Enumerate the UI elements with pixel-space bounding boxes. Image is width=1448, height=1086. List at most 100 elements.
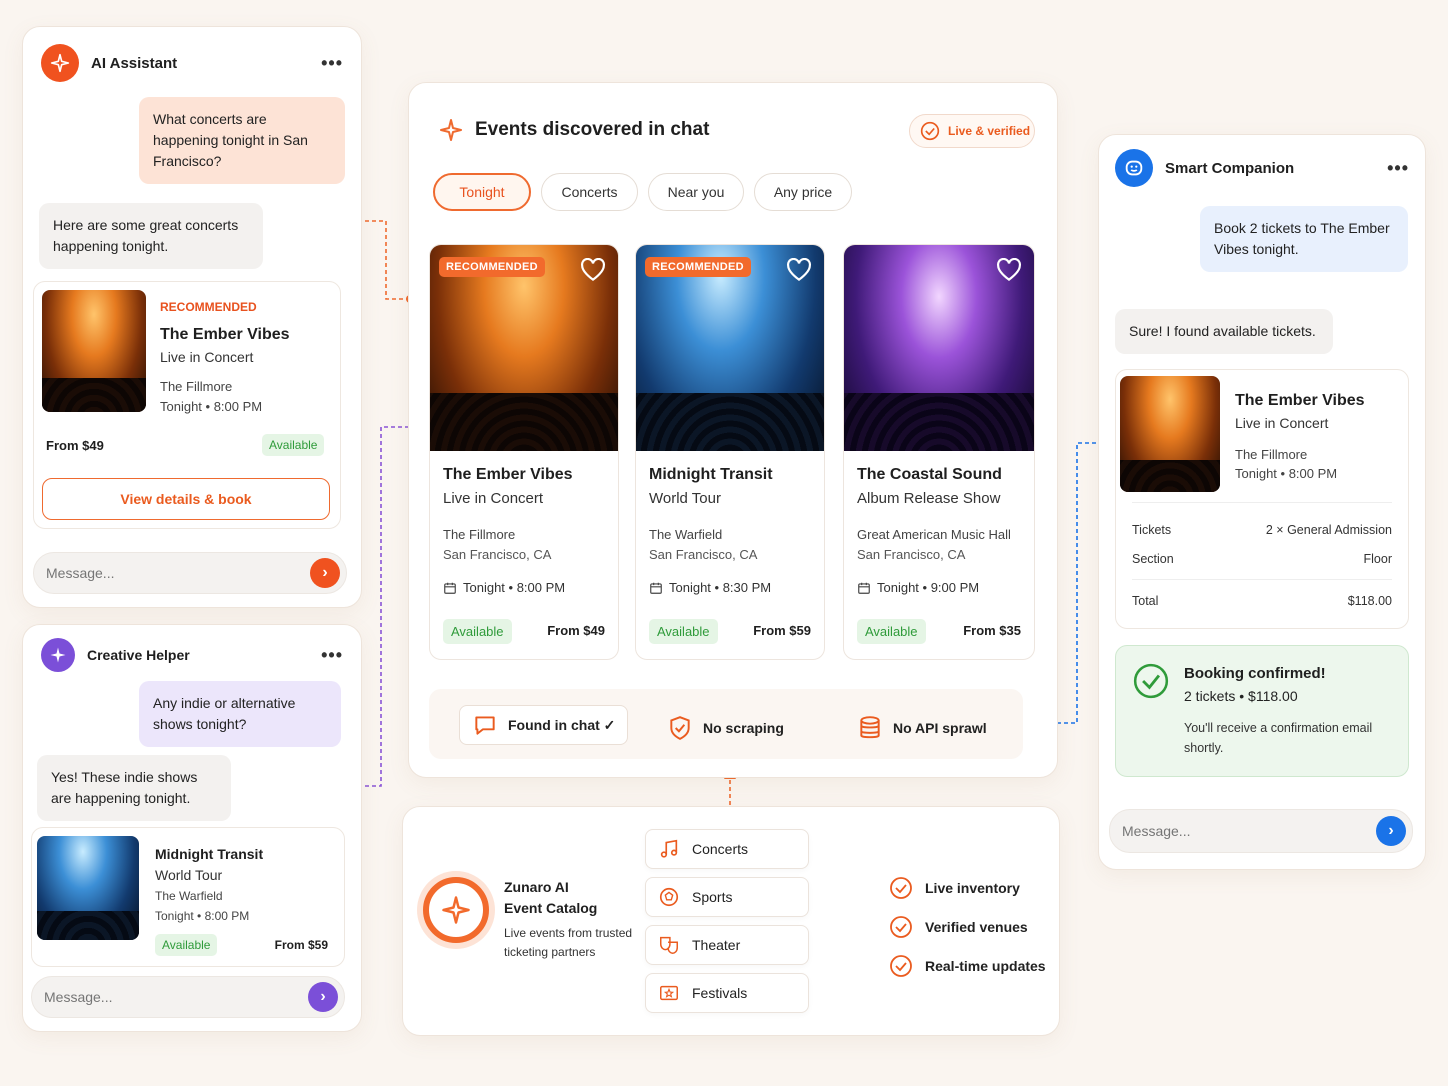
tab-concerts[interactable]: Concerts xyxy=(541,173,638,211)
event-card[interactable]: RECOMMENDED The Ember Vibes Live in Conc… xyxy=(33,281,341,529)
filter-tabs: Tonight Concerts Near you Any price xyxy=(433,173,1033,211)
category-list: Concerts Sports Theater Festivals xyxy=(645,829,811,1015)
message-input[interactable] xyxy=(46,565,310,581)
feature-label: No scraping xyxy=(703,720,784,736)
sparkle-logo-icon xyxy=(423,877,489,943)
more-options-icon[interactable]: ••• xyxy=(1387,159,1409,177)
assistant-message: Here are some great concerts happening t… xyxy=(39,203,263,269)
send-button[interactable]: › xyxy=(310,558,340,588)
event-thumbnail xyxy=(37,836,139,940)
event-datetime: Tonight • 8:00 PM xyxy=(443,580,565,595)
row-label: Tickets xyxy=(1132,523,1172,537)
message-input-box: › xyxy=(33,552,347,594)
check-circle-icon xyxy=(1133,663,1169,699)
status-badge: Available xyxy=(857,619,926,644)
event-time: Tonight • 8:00 PM xyxy=(155,909,250,923)
confirm-note: You'll receive a confirmation email shor… xyxy=(1184,721,1373,755)
event-venue: Great American Music Hall xyxy=(857,527,1011,542)
heart-icon[interactable] xyxy=(786,258,812,284)
tab-tonight[interactable]: Tonight xyxy=(433,173,531,211)
confirm-title: Booking confirmed! xyxy=(1184,665,1326,682)
smart-companion-title: Smart Companion xyxy=(1165,159,1295,177)
user-message: Any indie or alternative shows tonight? xyxy=(139,681,341,747)
sparkle-icon xyxy=(41,44,79,82)
send-button[interactable]: › xyxy=(1376,816,1406,846)
message-input-box: › xyxy=(1109,809,1413,853)
user-message: Book 2 tickets to The Ember Vibes tonigh… xyxy=(1200,206,1408,272)
creative-helper-panel: Creative Helper ••• Any indie or alterna… xyxy=(22,624,362,1032)
badge-label: Live & verified xyxy=(948,124,1031,138)
divider xyxy=(1132,502,1392,503)
smart-companion-panel: Smart Companion ••• Book 2 tickets to Th… xyxy=(1098,134,1426,870)
ai-assistant-title: AI Assistant xyxy=(91,54,178,72)
event-price: From $59 xyxy=(274,938,328,952)
tab-near-you[interactable]: Near you xyxy=(648,173,744,211)
check-label: Verified venues xyxy=(925,919,1028,935)
category-sports[interactable]: Sports xyxy=(645,877,809,917)
more-options-icon[interactable]: ••• xyxy=(321,646,343,664)
view-details-book-button[interactable]: View details & book xyxy=(42,478,330,520)
row-value: Floor xyxy=(1363,552,1392,566)
booking-row-tickets: Tickets 2 × General Admission xyxy=(1132,523,1392,537)
event-title: The Ember Vibes xyxy=(443,466,573,483)
category-label: Festivals xyxy=(692,985,748,1001)
message-input[interactable] xyxy=(44,989,308,1005)
creative-helper-header: Creative Helper ••• xyxy=(41,635,343,675)
event-card[interactable]: RECOMMENDED The Ember Vibes Live in Conc… xyxy=(429,244,619,660)
event-datetime: Tonight • 9:00 PM xyxy=(857,580,979,595)
row-value: $118.00 xyxy=(1347,594,1392,608)
check-label: Real-time updates xyxy=(925,958,1046,974)
event-card[interactable]: The Coastal Sound Album Release Show Gre… xyxy=(843,244,1035,660)
event-price: From $59 xyxy=(753,623,811,638)
message-input[interactable] xyxy=(1122,823,1376,839)
creative-helper-title: Creative Helper xyxy=(87,647,190,663)
event-city: San Francisco, CA xyxy=(857,547,966,562)
shield-check-icon xyxy=(670,716,690,740)
row-value: 2 × General Admission xyxy=(1265,523,1392,537)
event-city: San Francisco, CA xyxy=(649,547,758,562)
more-options-icon[interactable]: ••• xyxy=(321,54,343,72)
row-label: Section xyxy=(1132,552,1174,566)
event-venue: The Fillmore xyxy=(1235,447,1308,462)
ai-assistant-panel: AI Assistant ••• What concerts are happe… xyxy=(22,26,362,608)
event-subtitle: World Tour xyxy=(155,867,223,883)
assistant-message: Sure! I found available tickets. xyxy=(1115,309,1333,354)
calendar-icon xyxy=(858,582,870,594)
event-venue: The Fillmore xyxy=(443,527,516,542)
check-live-inventory: Live inventory xyxy=(889,876,1020,900)
message-input-box: › xyxy=(31,976,345,1018)
category-festivals[interactable]: Festivals xyxy=(645,973,809,1013)
event-time: Tonight • 8:00 PM xyxy=(160,399,263,414)
event-title: Midnight Transit xyxy=(155,846,264,862)
category-label: Theater xyxy=(692,937,741,953)
catalog-name-line1: Zunaro AI xyxy=(504,879,569,895)
feature-label: No API sprawl xyxy=(893,720,987,736)
tab-any-price[interactable]: Any price xyxy=(754,173,852,211)
event-subtitle: World Tour xyxy=(649,490,721,507)
feature-no-scraping: No scraping xyxy=(667,715,784,741)
event-card[interactable]: RECOMMENDED Midnight Transit World Tour … xyxy=(635,244,825,660)
event-venue: The Warfield xyxy=(155,889,223,903)
event-time: Tonight • 9:00 PM xyxy=(877,580,980,595)
sparkle-icon xyxy=(41,638,75,672)
events-panel: Events discovered in chat Live & verifie… xyxy=(408,82,1058,778)
status-badge: Available xyxy=(443,619,512,644)
category-theater[interactable]: Theater xyxy=(645,925,809,965)
check-real-time-updates: Real-time updates xyxy=(889,954,1046,978)
heart-icon[interactable] xyxy=(996,258,1022,284)
heart-icon[interactable] xyxy=(580,258,606,284)
category-concerts[interactable]: Concerts xyxy=(645,829,809,869)
calendar-icon xyxy=(650,582,662,594)
check-circle-icon xyxy=(890,916,912,938)
send-button[interactable]: › xyxy=(308,982,338,1012)
recommended-label: RECOMMENDED xyxy=(645,257,751,277)
event-subtitle: Album Release Show xyxy=(857,490,1001,507)
event-subtitle: Live in Concert xyxy=(160,349,254,365)
event-card[interactable]: Midnight Transit World Tour The Warfield… xyxy=(31,827,345,967)
event-subtitle: Live in Concert xyxy=(1235,415,1329,431)
event-time: Tonight • 8:00 PM xyxy=(1235,466,1338,481)
recommended-label: RECOMMENDED xyxy=(439,257,545,277)
status-badge: Available xyxy=(649,619,718,644)
event-city: San Francisco, CA xyxy=(443,547,552,562)
catalog-name-line2: Event Catalog xyxy=(504,900,598,916)
